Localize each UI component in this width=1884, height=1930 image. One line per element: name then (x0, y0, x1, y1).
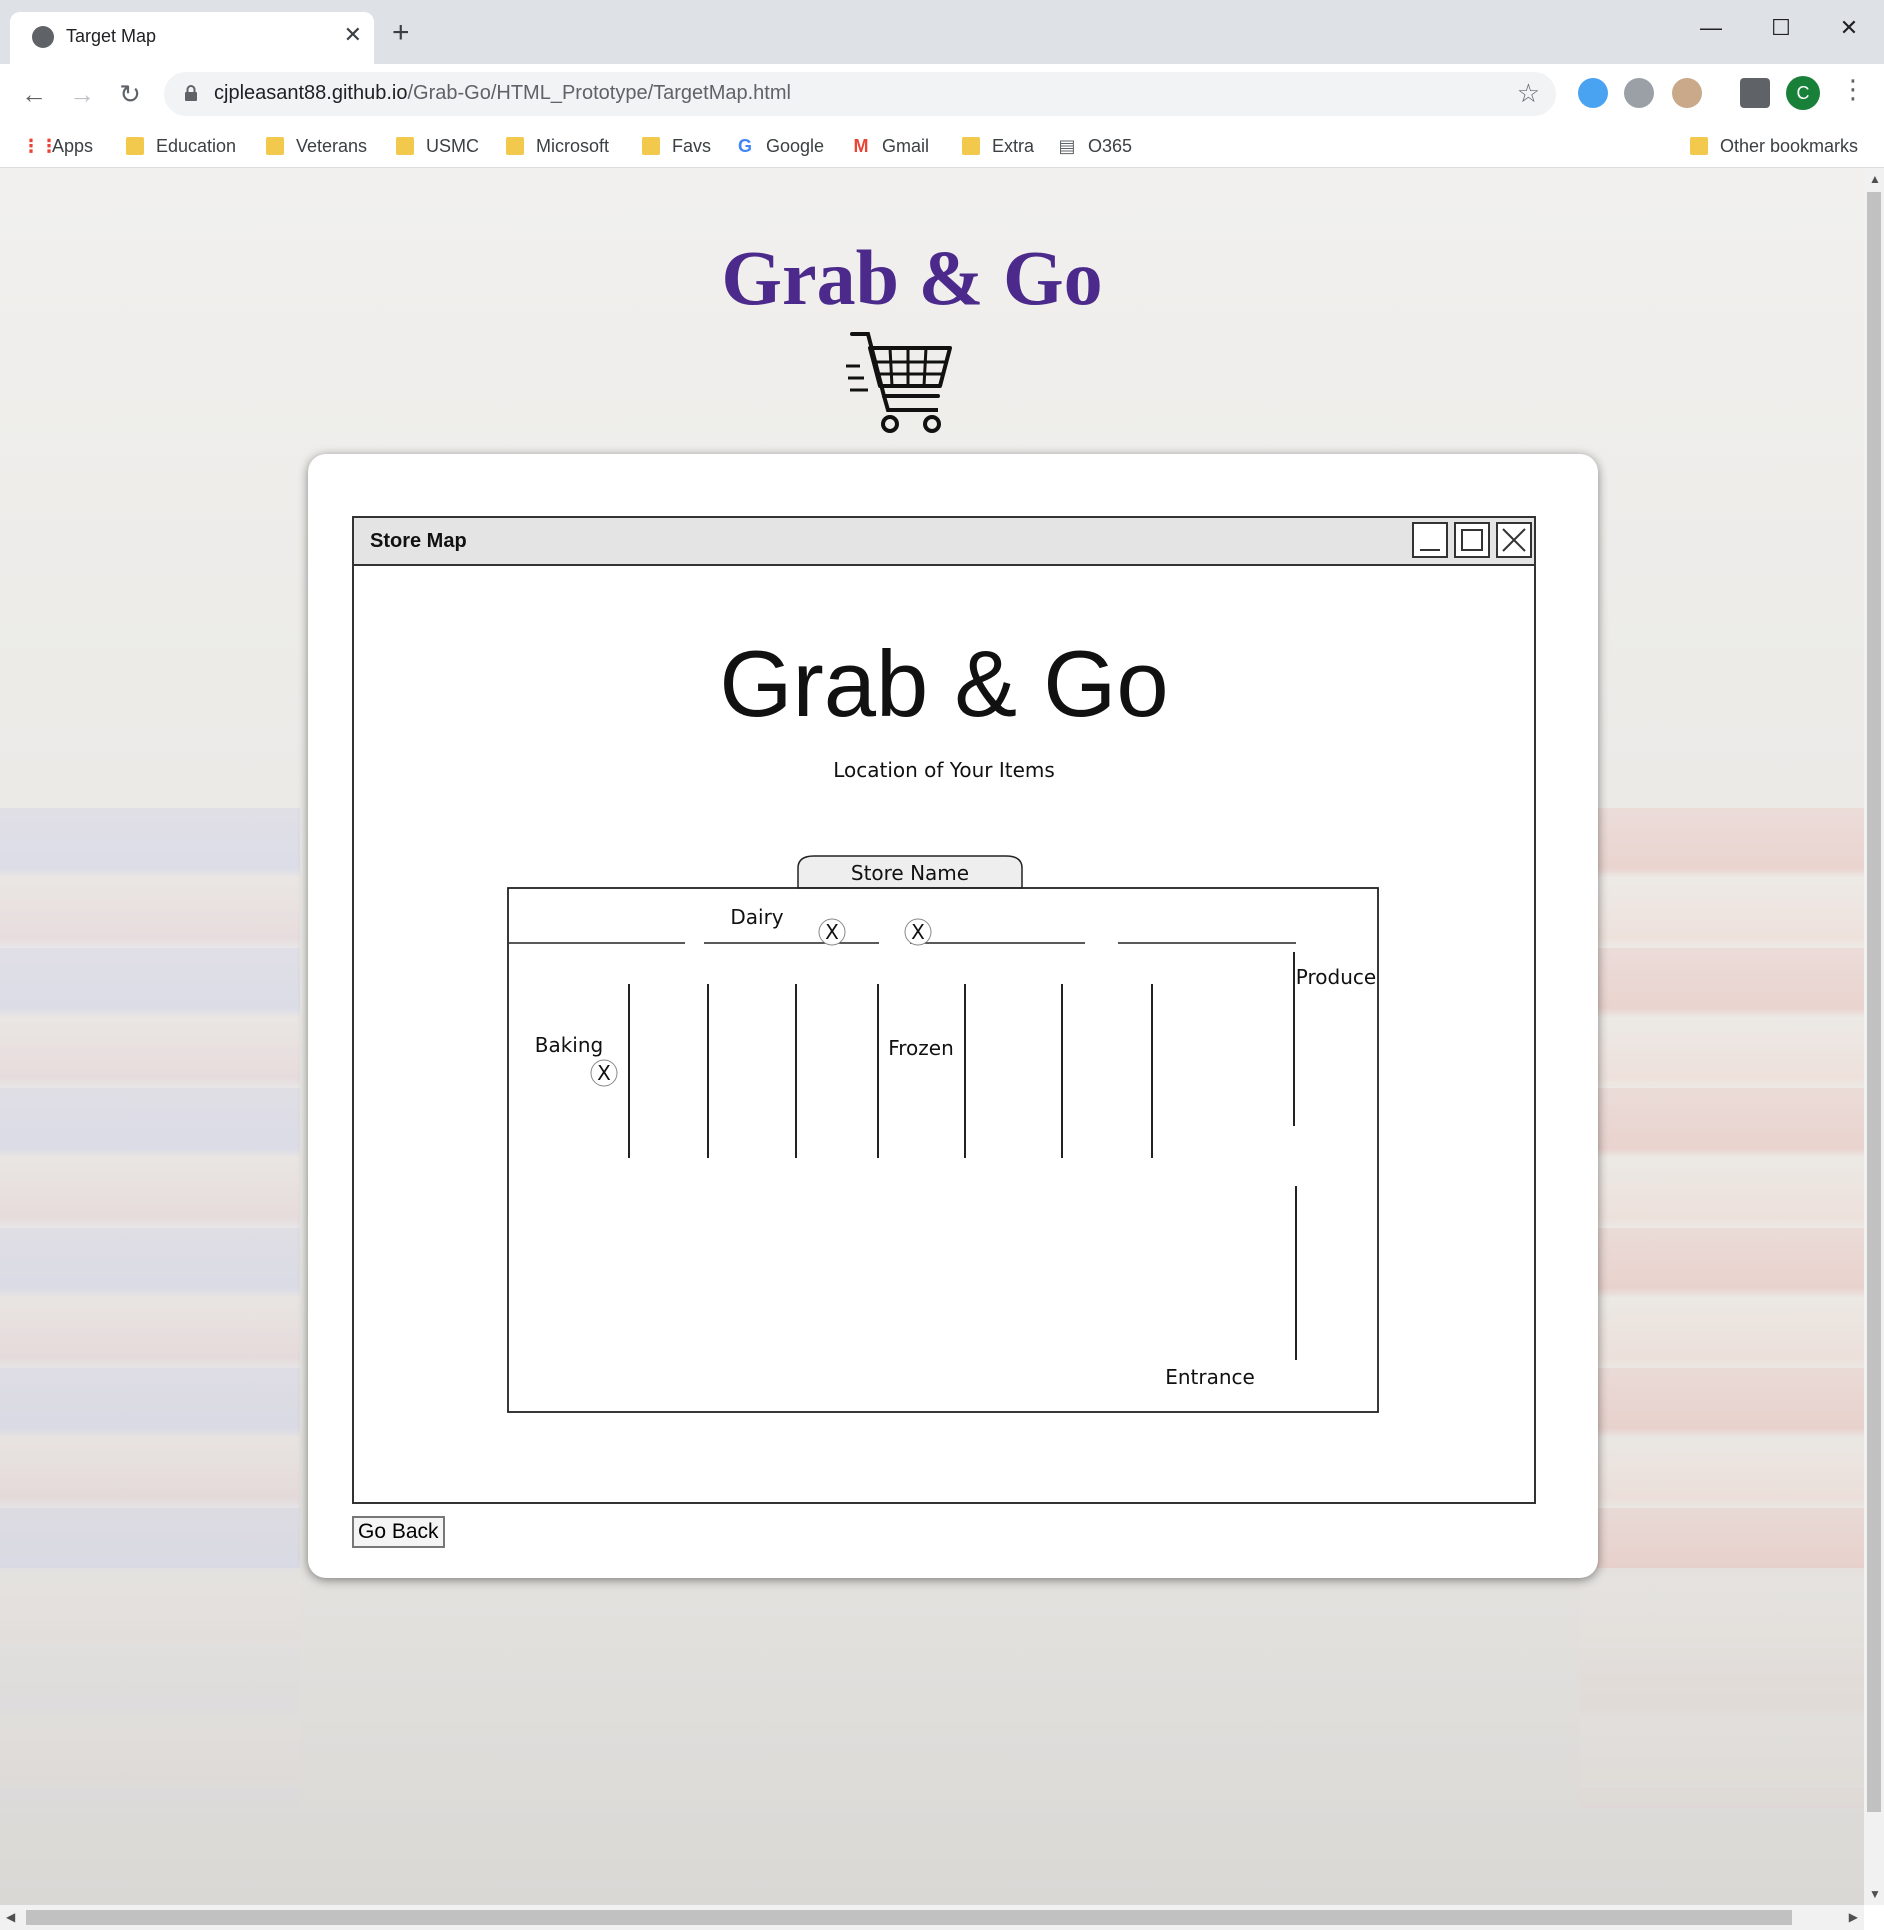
bookmark-label: Veterans (296, 135, 368, 156)
marker-x-icon: X (825, 920, 839, 944)
site-title: Grab & Go (721, 234, 1103, 321)
store-map-titlebar: Store Map (354, 518, 1534, 566)
bookmark-usmc[interactable]: USMC (396, 132, 479, 160)
bookmark-label: Extra (992, 135, 1035, 156)
folder-icon (1690, 137, 1708, 155)
scroll-down-arrow-icon[interactable]: ▼ (1869, 1887, 1881, 1901)
globe-icon (32, 26, 54, 48)
horizontal-scrollbar[interactable]: ◀ ▶ (0, 1905, 1864, 1930)
horizontal-scroll-thumb[interactable] (26, 1910, 1792, 1925)
produce-label: Produce (1296, 965, 1376, 989)
store-map-diagram: Store Name Dairy Baking Frozen Produce E… (507, 855, 1379, 1413)
vertical-scrollbar[interactable]: ▲ ▼ (1864, 168, 1884, 1905)
page-icon: ▤ (1058, 135, 1076, 156)
bookmark-apps[interactable]: ⋮⋮ Apps (22, 132, 93, 160)
scroll-right-arrow-icon[interactable]: ▶ (1849, 1910, 1858, 1924)
forward-button[interactable]: → (64, 76, 100, 112)
bookmark-star-icon[interactable]: ☆ (1517, 78, 1540, 109)
media-control-icon[interactable] (1740, 78, 1770, 108)
bookmark-label: Favs (672, 135, 712, 156)
store-map-title: Store Map (370, 530, 467, 552)
bookmarks-bar: ⋮⋮ Apps Education Veterans USMC Microsof… (0, 124, 1884, 168)
browser-menu-icon[interactable]: ⋮ (1840, 74, 1866, 105)
bookmark-label: Gmail (882, 135, 930, 156)
mock-close-button[interactable] (1496, 522, 1532, 558)
page-viewport: Grab & Go Store Map Grab & Go Location o… (0, 168, 1864, 1905)
lock-icon (185, 85, 197, 101)
browser-tab[interactable]: Target Map ✕ (10, 12, 374, 64)
maximize-icon (1461, 529, 1483, 551)
store-map-window: Store Map Grab & Go Location of Your Ite… (352, 516, 1536, 1504)
new-tab-button[interactable]: + (392, 18, 410, 48)
google-icon: G (737, 135, 752, 156)
reload-button[interactable]: ↻ (112, 76, 148, 112)
entrance-label: Entrance (1165, 1365, 1255, 1389)
store-name-label: Store Name (851, 861, 969, 885)
tab-title: Target Map (66, 26, 157, 46)
url-text: cjpleasant88.github.io/Grab-Go/HTML_Prot… (214, 82, 791, 105)
browser-toolbar: ← → ↻ cjpleasant88.github.io/Grab-Go/HTM… (0, 64, 1884, 124)
go-back-button[interactable]: Go Back (352, 1516, 445, 1548)
bookmark-other[interactable]: Other bookmarks (1690, 132, 1858, 160)
item-marker-dairy-2[interactable]: X (904, 918, 932, 946)
map-card: Store Map Grab & Go Location of Your Ite… (308, 454, 1598, 1578)
address-bar[interactable]: cjpleasant88.github.io/Grab-Go/HTML_Prot… (164, 72, 1556, 116)
scroll-up-arrow-icon[interactable]: ▲ (1869, 172, 1881, 186)
gmail-icon: M (853, 135, 869, 156)
item-marker-baking[interactable]: X (590, 1059, 618, 1087)
bookmark-favs[interactable]: Favs (642, 132, 711, 160)
folder-icon (396, 137, 414, 155)
marker-x-icon: X (597, 1061, 611, 1085)
bookmark-label: Microsoft (536, 135, 610, 156)
mock-minimize-button[interactable] (1412, 522, 1448, 558)
frozen-label: Frozen (888, 1036, 954, 1060)
close-window-button[interactable]: ✕ (1824, 8, 1874, 48)
item-marker-dairy-1[interactable]: X (818, 918, 846, 946)
password-extension-icon[interactable] (1624, 78, 1654, 108)
store-outline (507, 887, 1379, 1413)
maximize-button[interactable]: ☐ (1756, 8, 1806, 48)
tab-close-icon[interactable]: ✕ (344, 22, 362, 48)
url-path: /Grab-Go/HTML_Prototype/TargetMap.html (407, 82, 791, 104)
scroll-left-arrow-icon[interactable]: ◀ (6, 1910, 15, 1924)
folder-icon (506, 137, 524, 155)
bookmark-label: Other bookmarks (1720, 135, 1859, 156)
bookmark-label: USMC (426, 135, 479, 156)
profile-avatar[interactable]: C (1786, 76, 1820, 110)
folder-icon (126, 137, 144, 155)
bookmark-label: Apps (52, 135, 94, 156)
bookmark-extra[interactable]: Extra (962, 132, 1034, 160)
cast-extension-icon[interactable] (1672, 78, 1702, 108)
bookmark-google[interactable]: G Google (736, 132, 824, 160)
baking-label: Baking (535, 1033, 604, 1057)
bookmark-veterans[interactable]: Veterans (266, 132, 367, 160)
background-floor (0, 1568, 1864, 1905)
bookmark-education[interactable]: Education (126, 132, 236, 160)
vertical-scroll-thumb[interactable] (1867, 192, 1881, 1812)
bookmark-microsoft[interactable]: Microsoft (506, 132, 609, 160)
bookmark-label: Education (156, 135, 237, 156)
minimize-icon (1420, 549, 1440, 551)
close-icon (1502, 528, 1526, 552)
bookmark-gmail[interactable]: M Gmail (852, 132, 930, 160)
bookmark-o365[interactable]: ▤ O365 (1058, 132, 1132, 160)
bookmark-label: O365 (1088, 135, 1133, 156)
apps-grid-icon: ⋮⋮ (22, 135, 58, 156)
minimize-button[interactable]: — (1686, 8, 1736, 48)
folder-icon (266, 137, 284, 155)
folder-icon (962, 137, 980, 155)
dairy-label: Dairy (730, 905, 783, 929)
onedrive-extension-icon[interactable] (1578, 78, 1608, 108)
shopping-cart-icon (846, 332, 952, 433)
browser-titlebar: Target Map ✕ + — ☐ ✕ (0, 0, 1884, 64)
back-button[interactable]: ← (16, 76, 52, 112)
bookmark-label: Google (766, 135, 825, 156)
url-host: cjpleasant88.github.io (214, 82, 408, 104)
mock-maximize-button[interactable] (1454, 522, 1490, 558)
folder-icon (642, 137, 660, 155)
marker-x-icon: X (911, 920, 925, 944)
